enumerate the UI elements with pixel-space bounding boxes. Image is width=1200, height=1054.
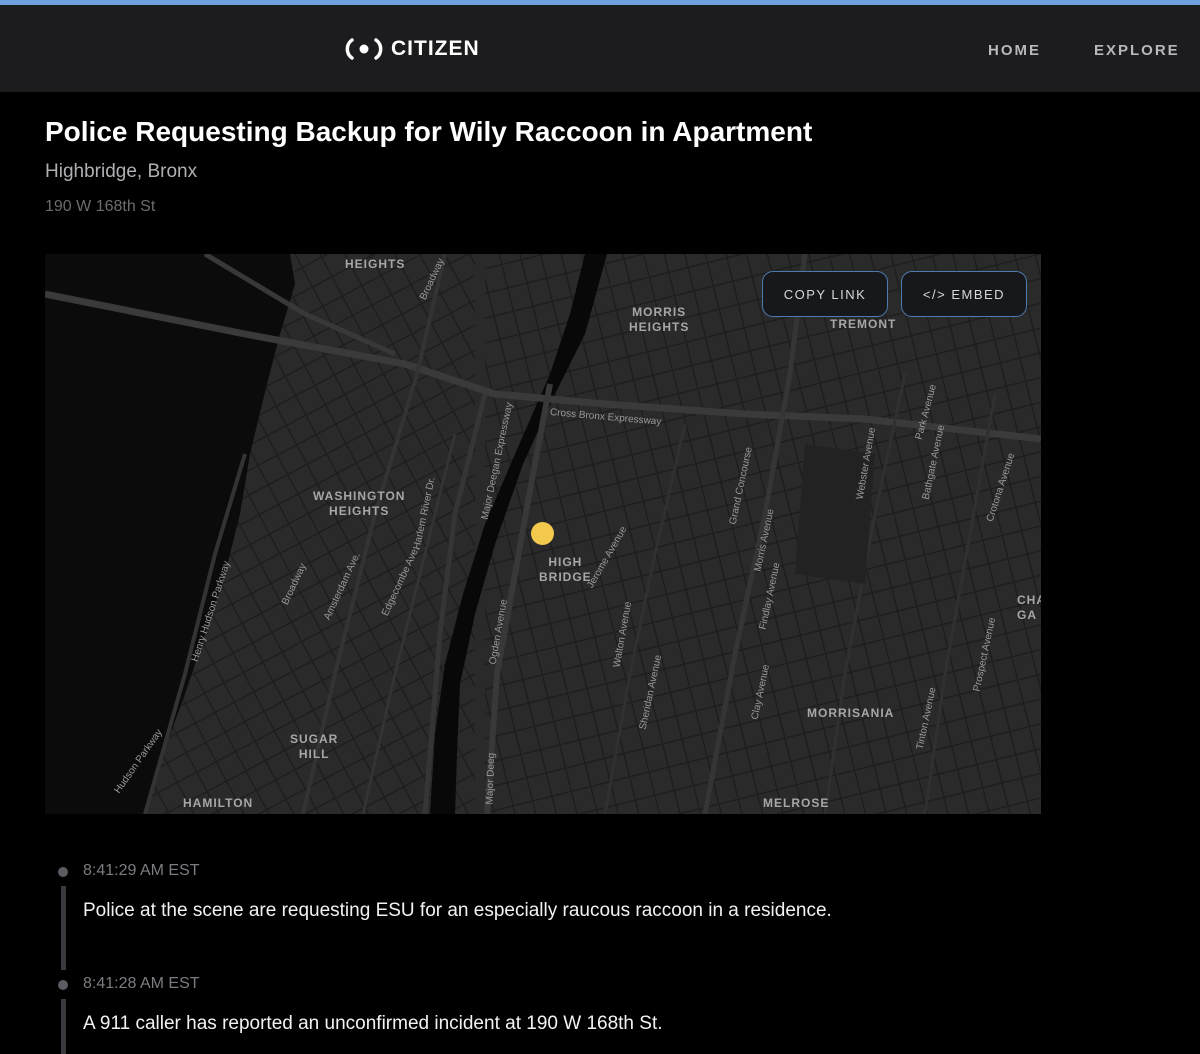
citizen-logo[interactable]: CITIZEN: [345, 35, 480, 63]
update-text: A 911 caller has reported an unconfirmed…: [83, 1013, 663, 1034]
incident-neighborhood: Highbridge, Bronx: [45, 161, 198, 182]
map-area-label: HIGH BRIDGE: [539, 555, 592, 584]
incident-title: Police Requesting Backup for Wily Raccoo…: [45, 116, 813, 147]
embed-button[interactable]: </> EMBED: [901, 271, 1027, 317]
map-area-label: MORRISANIA: [807, 706, 895, 720]
nav-explore-link[interactable]: EXPLORE: [1094, 42, 1180, 59]
map-area-label: HEIGHTS: [345, 257, 406, 271]
update-time: 8:41:28 AM EST: [83, 975, 200, 992]
map-area-label: WASHINGTON HEIGHTS: [313, 489, 406, 518]
map-area-label: MORRIS HEIGHTS: [629, 305, 690, 334]
map-area-label: TREMONT: [830, 317, 897, 331]
logo-text: CITIZEN: [391, 37, 480, 60]
map-area-label: HAMILTON: [183, 796, 254, 810]
nav-home-link[interactable]: HOME: [988, 42, 1041, 59]
map-area-label: MELROSE: [763, 796, 830, 810]
incident-map[interactable]: HEIGHTS MORRIS HEIGHTS TREMONT WASHINGTO…: [45, 254, 1041, 814]
incident-address: 190 W 168th St: [45, 198, 156, 215]
update-time: 8:41:29 AM EST: [83, 862, 200, 879]
navbar: CITIZEN HOME EXPLORE: [0, 5, 1200, 92]
citizen-logo-icon: [345, 38, 383, 60]
map-area-label: SUGAR HILL: [290, 732, 339, 761]
update-text: Police at the scene are requesting ESU f…: [83, 900, 832, 921]
map-area-label: CHA GA: [1017, 593, 1041, 622]
incident-location-marker[interactable]: [531, 522, 554, 545]
timeline-bar: [61, 886, 66, 970]
street-label: Major Deeg: [484, 752, 498, 805]
timeline-bar: [61, 999, 66, 1054]
timeline-dot: [58, 867, 68, 877]
timeline-dot: [58, 980, 68, 990]
copy-link-button[interactable]: COPY LINK: [762, 271, 888, 317]
